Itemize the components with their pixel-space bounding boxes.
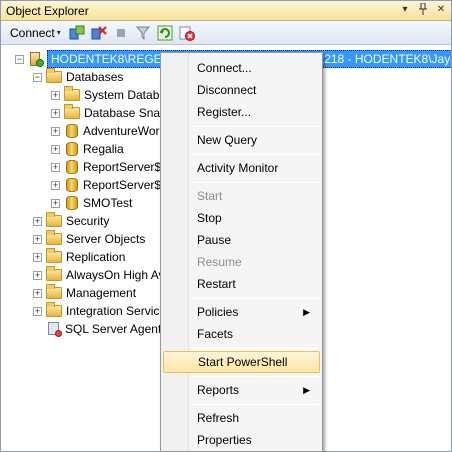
folder-icon	[46, 68, 62, 83]
menu-item-stop[interactable]: Stop	[163, 207, 320, 229]
menu-item-pause[interactable]: Pause	[163, 229, 320, 251]
menu-item-connect[interactable]: Connect...	[163, 57, 320, 79]
folder-icon	[64, 86, 80, 101]
object-explorer-window: Object Explorer ▾ ✕ Connect ▾ − HODENTEK…	[0, 0, 452, 452]
dropdown-icon[interactable]: ▾	[399, 3, 411, 17]
folder-icon	[46, 266, 62, 281]
tree-node-replication[interactable]: + Replication	[33, 248, 125, 266]
menu-item-resume: Resume	[197, 255, 242, 269]
expand-icon[interactable]: +	[51, 90, 60, 100]
expand-icon[interactable]: +	[51, 108, 60, 118]
expand-icon[interactable]: +	[33, 252, 42, 262]
expand-icon[interactable]: +	[51, 126, 60, 136]
stop-icon[interactable]	[112, 24, 130, 42]
expand-icon[interactable]: +	[51, 162, 60, 172]
connect-button[interactable]: Connect ▾	[7, 24, 64, 42]
connect-label: Connect	[10, 25, 55, 40]
expand-icon[interactable]: +	[51, 198, 60, 208]
expand-icon[interactable]: +	[51, 180, 60, 190]
database-icon	[66, 124, 78, 138]
menu-separator	[191, 126, 319, 127]
menu-item-start: Start	[197, 189, 223, 203]
tree-node-label[interactable]: Security	[66, 214, 109, 228]
tree-node-label[interactable]: AdventureWorks	[83, 124, 171, 138]
database-icon	[66, 142, 78, 156]
tree-node-databases[interactable]: − Databases	[33, 68, 123, 86]
menu-item-start-powershell[interactable]: Start PowerShell	[163, 351, 320, 373]
disconnect-icon[interactable]	[90, 24, 108, 42]
submenu-arrow-icon: ▶	[303, 384, 310, 395]
menu-item-disconnect[interactable]: Disconnect	[163, 79, 320, 101]
tree-node-database[interactable]: + AdventureWorks	[51, 122, 171, 140]
delete-icon[interactable]	[178, 24, 196, 42]
tree-node-label[interactable]: SMOTest	[83, 196, 132, 210]
expand-icon[interactable]: +	[33, 234, 42, 244]
expand-icon[interactable]: +	[33, 288, 42, 298]
refresh-icon[interactable]	[156, 24, 174, 42]
menu-item-register[interactable]: Register...	[163, 101, 320, 123]
expand-icon[interactable]: +	[51, 144, 60, 154]
menu-separator	[191, 298, 319, 299]
folder-icon	[46, 284, 62, 299]
menu-separator	[191, 348, 319, 349]
tree-node-database[interactable]: + Regalia	[51, 140, 124, 158]
tree-node-management[interactable]: + Management	[33, 284, 136, 302]
menu-separator	[191, 154, 319, 155]
menu-item-policies[interactable]: Policies ▶	[163, 301, 320, 323]
folder-icon	[46, 248, 62, 263]
folder-icon	[46, 212, 62, 227]
folder-icon	[46, 230, 62, 245]
tree-node-label[interactable]: Regalia	[83, 142, 124, 156]
tree-node-server-objects[interactable]: + Server Objects	[33, 230, 145, 248]
tree-node-label[interactable]: Replication	[66, 250, 125, 264]
menu-item-facets[interactable]: Facets	[163, 323, 320, 345]
tree-node-label[interactable]: Management	[66, 286, 136, 300]
menu-separator	[191, 376, 319, 377]
connect-db-icon[interactable]	[68, 24, 86, 42]
submenu-arrow-icon: ▶	[303, 306, 310, 317]
database-icon	[66, 178, 78, 192]
menu-item-activity-monitor[interactable]: Activity Monitor	[163, 157, 320, 179]
menu-item-refresh[interactable]: Refresh	[163, 407, 320, 429]
database-icon	[66, 196, 78, 210]
menu-item-properties[interactable]: Properties	[163, 429, 320, 451]
menu-separator	[191, 404, 319, 405]
context-menu: Connect... Disconnect Register... New Qu…	[160, 52, 323, 452]
folder-icon	[46, 302, 62, 317]
tree-node-label[interactable]: Databases	[66, 70, 123, 84]
pin-icon[interactable]	[417, 2, 429, 17]
database-icon	[66, 160, 78, 174]
tree-node-label[interactable]: Server Objects	[66, 232, 145, 246]
window-title: Object Explorer	[6, 3, 89, 18]
close-icon[interactable]: ✕	[435, 3, 447, 17]
toolbar: Connect ▾	[1, 21, 451, 45]
collapse-icon[interactable]: −	[15, 54, 24, 64]
menu-item-reports[interactable]: Reports ▶	[163, 379, 320, 401]
tree-node-database[interactable]: + SMOTest	[51, 194, 132, 212]
expand-icon[interactable]: +	[33, 270, 42, 280]
tree-node-security[interactable]: + Security	[33, 212, 109, 230]
agent-icon	[46, 321, 62, 337]
menu-item-new-query[interactable]: New Query	[163, 129, 320, 151]
expand-icon[interactable]: +	[33, 306, 42, 316]
chevron-down-icon: ▾	[56, 28, 61, 37]
menu-item-restart[interactable]: Restart	[163, 273, 320, 295]
filter-icon[interactable]	[134, 24, 152, 42]
title-bar: Object Explorer ▾ ✕	[1, 1, 451, 21]
server-icon	[28, 51, 44, 67]
expand-icon[interactable]: +	[33, 216, 42, 226]
folder-icon	[64, 104, 80, 119]
menu-separator	[191, 182, 319, 183]
collapse-icon[interactable]: −	[33, 72, 42, 82]
